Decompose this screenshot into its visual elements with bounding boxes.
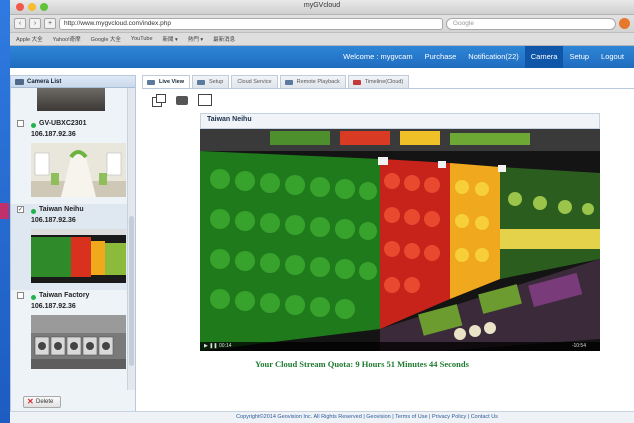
- back-button[interactable]: ‹: [14, 18, 26, 29]
- camera-checkbox[interactable]: [17, 292, 24, 299]
- nav-logout[interactable]: Logout: [595, 46, 630, 68]
- tab-remote-playback[interactable]: Remote Playback: [279, 75, 346, 88]
- camera-checkbox[interactable]: [17, 120, 24, 127]
- titlebar: myGVcloud: [10, 0, 634, 15]
- tab-label: Cloud Service: [237, 79, 272, 85]
- view-toolbar: [142, 89, 634, 111]
- delete-icon: ✕: [27, 397, 34, 406]
- nav-notification[interactable]: Notification(22): [462, 46, 524, 68]
- forward-button[interactable]: ›: [29, 18, 41, 29]
- online-status-icon: [31, 295, 36, 300]
- footer: Copyright©2014 Geovision Inc. All Rights…: [10, 411, 634, 423]
- tab-cloud-service[interactable]: Cloud Service: [231, 75, 278, 88]
- camera-icon: [15, 79, 24, 85]
- search-input[interactable]: Google: [446, 17, 616, 30]
- camera-ip: 106.187.92.36: [31, 131, 76, 138]
- add-tab-button[interactable]: +: [44, 18, 56, 29]
- live-view-icon: [147, 80, 155, 85]
- bookmarks-bar: Apple 大全 Yahoo!奇摩 Google 大全 YouTube 新聞 ▾…: [10, 33, 634, 46]
- bookmark-item[interactable]: YouTube: [131, 36, 153, 42]
- fullscreen-icon[interactable]: [198, 94, 212, 106]
- camera-list-title: Camera List: [27, 79, 62, 85]
- tab-label: Timeline(Cloud): [364, 79, 404, 85]
- sidebar-scrollbar[interactable]: [127, 88, 135, 390]
- video-time-left: 00:14: [219, 343, 232, 349]
- camera-name: GV-UBXC2301: [39, 120, 87, 127]
- camera-thumbnail[interactable]: [37, 88, 105, 111]
- tab-setup[interactable]: Setup: [191, 75, 230, 88]
- camera-ip: 106.187.92.36: [31, 217, 76, 224]
- slide-marker: [0, 203, 9, 219]
- page-content: Camera List GV-UBXC2301 106.187.92.36 ✓ …: [10, 69, 634, 423]
- browser-toolbar: ‹ › + http://www.mygvcloud.com/index.php…: [10, 15, 634, 33]
- camera-thumbnail[interactable]: [31, 229, 126, 283]
- video-camera-title: Taiwan Neihu: [207, 116, 252, 123]
- site-nav: Welcome : mygvcam Purchase Notification(…: [10, 46, 634, 68]
- stream-quota: Your Cloud Stream Quota: 9 Hours 51 Minu…: [255, 359, 469, 369]
- bookmark-item[interactable]: 最新消息: [213, 35, 235, 43]
- delete-label: Delete: [36, 399, 54, 405]
- tab-label: Remote Playback: [296, 79, 340, 85]
- camera-ip: 106.187.92.36: [31, 303, 76, 310]
- bookmark-item[interactable]: Google 大全: [91, 35, 121, 43]
- delete-button[interactable]: ✕ Delete: [23, 396, 61, 408]
- nav-purchase[interactable]: Purchase: [419, 46, 463, 68]
- nav-camera[interactable]: Camera: [524, 46, 564, 68]
- video-panel-header: Taiwan Neihu: [200, 113, 600, 129]
- timeline-icon: [352, 80, 361, 85]
- tab-label: Setup: [208, 79, 224, 85]
- nav-setup[interactable]: Setup: [563, 46, 595, 68]
- online-status-icon: [31, 209, 36, 214]
- tab-bar: Live View Setup Cloud Service Remote Pla…: [142, 75, 634, 89]
- layout-icon[interactable]: [152, 94, 166, 107]
- camera-checkbox-checked[interactable]: ✓: [17, 206, 24, 213]
- playback-icon: [284, 80, 293, 85]
- online-status-icon: [31, 123, 36, 128]
- camera-thumbnail[interactable]: [31, 143, 126, 197]
- play-icon[interactable]: ▶ ❚❚: [204, 343, 218, 349]
- camera-item[interactable]: GV-UBXC2301 106.187.92.36: [11, 118, 127, 204]
- scrollbar-thumb[interactable]: [129, 216, 134, 366]
- tab-live-view[interactable]: Live View: [142, 75, 190, 88]
- bookmark-item[interactable]: 熱門 ▾: [188, 35, 203, 43]
- video-time-right: -10:54: [571, 343, 586, 349]
- browser-window: myGVcloud ‹ › + http://www.mygvcloud.com…: [10, 0, 634, 423]
- live-video[interactable]: ▶ ❚❚ 00:14 -10:54: [200, 129, 600, 351]
- window-title: myGVcloud: [303, 2, 341, 9]
- search-placeholder: Google: [453, 19, 474, 27]
- camera-list-header: Camera List: [11, 76, 135, 88]
- setup-icon: [196, 80, 205, 85]
- tab-label: Live View: [159, 79, 184, 85]
- address-bar[interactable]: http://www.mygvcloud.com/index.php: [59, 17, 443, 30]
- welcome-text: Welcome : mygvcam: [343, 52, 413, 61]
- url-text: http://www.mygvcloud.com/index.php: [64, 19, 171, 27]
- extension-icon[interactable]: [619, 18, 630, 29]
- bookmark-item[interactable]: Yahoo!奇摩: [53, 35, 81, 43]
- camera-item-selected[interactable]: ✓ Taiwan Neihu 106.187.92.36: [11, 204, 127, 290]
- snapshot-icon[interactable]: [176, 95, 188, 105]
- video-control-bar[interactable]: ▶ ❚❚ 00:14 -10:54: [200, 342, 600, 351]
- camera-list: GV-UBXC2301 106.187.92.36 ✓ Taiwan Neihu…: [11, 88, 127, 390]
- tab-timeline[interactable]: Timeline(Cloud): [347, 75, 410, 88]
- camera-name: Taiwan Neihu: [39, 206, 84, 213]
- camera-name: Taiwan Factory: [39, 292, 90, 299]
- bookmark-item[interactable]: 新聞 ▾: [163, 35, 178, 43]
- bookmark-item[interactable]: Apple 大全: [16, 35, 43, 43]
